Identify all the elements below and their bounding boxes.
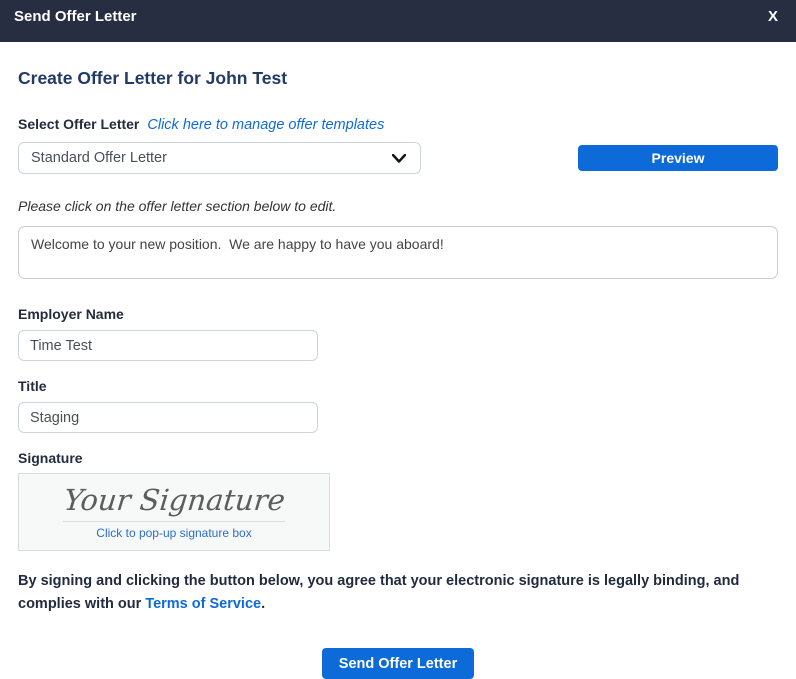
modal-title: Send Offer Letter — [14, 8, 137, 25]
chevron-down-icon — [392, 154, 406, 163]
agreement-text-after: . — [261, 596, 265, 612]
employer-name-label: Employer Name — [18, 306, 778, 322]
close-button[interactable]: X — [764, 8, 782, 25]
offer-letter-body[interactable]: Welcome to your new position. We are hap… — [18, 226, 778, 279]
send-button-row: Send Offer Letter — [18, 648, 778, 679]
selected-template-value: Standard Offer Letter — [31, 150, 167, 166]
modal-header: Send Offer Letter X — [0, 0, 796, 42]
signature-popup-hint: Click to pop-up signature box — [96, 526, 251, 540]
title-label: Title — [18, 378, 778, 394]
template-label-row: Select Offer Letter Click here to manage… — [18, 116, 778, 133]
template-select-row: Standard Offer Letter Preview — [18, 142, 778, 174]
agreement-text: By signing and clicking the button below… — [18, 570, 782, 616]
modal-body: Create Offer Letter for John Test Select… — [0, 42, 796, 679]
title-input[interactable] — [18, 402, 318, 433]
page-title: Create Offer Letter for John Test — [18, 68, 778, 89]
signature-label: Signature — [18, 450, 778, 466]
preview-button[interactable]: Preview — [578, 145, 778, 171]
signature-placeholder: Your Signature — [62, 486, 286, 515]
employer-name-input[interactable] — [18, 330, 318, 361]
signature-box[interactable]: Your Signature Click to pop-up signature… — [18, 473, 330, 551]
offer-template-select[interactable]: Standard Offer Letter — [18, 142, 421, 174]
terms-of-service-link[interactable]: Terms of Service — [145, 596, 261, 612]
manage-templates-link[interactable]: Click here to manage offer templates — [147, 117, 384, 133]
edit-instruction: Please click on the offer letter section… — [18, 198, 778, 214]
send-offer-letter-button[interactable]: Send Offer Letter — [322, 648, 474, 679]
select-offer-letter-label: Select Offer Letter — [18, 116, 139, 132]
signature-divider — [63, 521, 285, 522]
agreement-text-before: By signing and clicking the button below… — [18, 573, 739, 612]
